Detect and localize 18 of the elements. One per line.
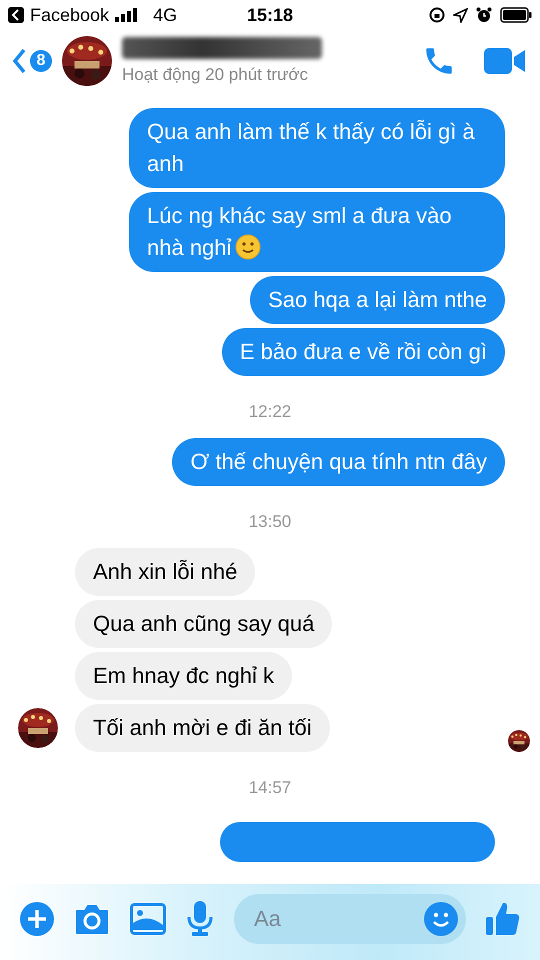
- message-bubble: Lúc ng khác say sml a đưa vào nhà nghỉ: [129, 192, 505, 272]
- back-app-label[interactable]: Facebook: [30, 4, 110, 26]
- message-bubble: E bảo đưa e về rồi còn gì: [222, 328, 505, 376]
- message-bubble: Sao hqa a lại làm nthe: [250, 276, 505, 324]
- message-bubble: Em hnay đc nghỉ k: [75, 652, 292, 700]
- message-bubble: Ơ thế chuyện qua tính ntn đây: [172, 438, 505, 486]
- message-field[interactable]: Aa: [234, 894, 466, 944]
- message-bubble: Qua anh cũng say quá: [75, 600, 332, 648]
- message-bubble: Tối anh mời e đi ăn tối: [75, 704, 330, 752]
- message-bubble: Qua anh làm thế k thấy có lỗi gì à anh: [129, 108, 505, 188]
- network-label: 4G: [153, 4, 178, 26]
- unread-badge: 8: [30, 50, 52, 72]
- clock: 15:18: [246, 4, 294, 26]
- timestamp: 14:57: [248, 778, 292, 798]
- timestamp: 13:50: [248, 512, 292, 532]
- activity-status: Hoạt động 20 phút trước: [122, 65, 310, 85]
- timestamp: 12:22: [248, 402, 292, 422]
- message-bubble: Anh xin lỗi nhé: [75, 548, 256, 596]
